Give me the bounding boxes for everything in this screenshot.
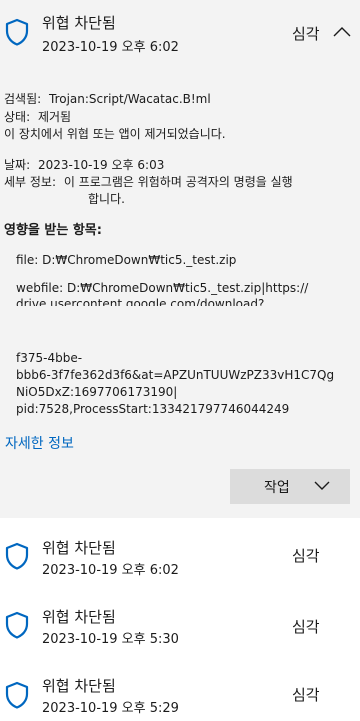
affected-tail-1: f375-4bbe- (16, 351, 83, 365)
affected-items-title: 영향을 받는 항목: (4, 223, 102, 238)
status-value: 제거됨 (37, 110, 72, 124)
affected-tail-4: pid:7528,ProcessStart:133421797746044249 (16, 402, 290, 416)
severity-label: 심각 (292, 618, 320, 636)
item-title: 위협 차단됨 (42, 539, 116, 557)
affected-webfile-1: webfile: D:₩ChromeDown₩tic5._test.zip|ht… (16, 281, 309, 295)
affected-webfile-clip: drive.usercontent.google.com/download? (0, 297, 360, 306)
severity-label: 심각 (292, 547, 320, 565)
severity-label: 심각 (292, 686, 320, 704)
item-title: 위협 차단됨 (42, 608, 116, 626)
item-datetime: 2023-10-19 오후 5:29 (42, 701, 179, 716)
threat-item[interactable]: 위협 차단됨 2023-10-19 오후 5:30 심각 (0, 599, 360, 659)
status-label: 상태: (4, 110, 31, 124)
expanded-threat-item: 위협 차단됨 2023-10-19 오후 6:02 심각 검색됨: Trojan… (0, 0, 360, 518)
item-datetime: 2023-10-19 오후 5:30 (42, 632, 179, 647)
details-text-1: 이 프로그램은 위험하며 공격자의 명령을 실행 (63, 175, 293, 189)
shield-icon (5, 611, 29, 639)
affected-file: file: D:₩ChromeDown₩tic5._test.zip (16, 253, 237, 267)
affected-tail-2: bbb6-3f7fe362d3f6&at=APZUnTUUWzPZ33vH1C7… (16, 368, 335, 382)
details-row: 세부 정보: 이 프로그램은 위험하며 공격자의 명령을 실행 (4, 173, 293, 190)
threat-item[interactable]: 위협 차단됨 2023-10-19 오후 6:02 심각 (0, 530, 360, 590)
details-text-2: 합니다. (88, 192, 125, 206)
status-row: 상태: 제거됨 (4, 108, 71, 125)
affected-tail-3: NiO5DxZ:1697706173190| (16, 385, 178, 399)
date-value: 2023-10-19 오후 6:03 (37, 158, 165, 172)
item-datetime: 2023-10-19 오후 6:02 (42, 563, 179, 578)
detected-row: 검색됨: Trojan:Script/Wacatac.B!ml (4, 90, 211, 107)
severity-label: 심각 (292, 25, 320, 43)
chevron-up-icon[interactable] (332, 26, 352, 38)
item-datetime: 2023-10-19 오후 6:02 (42, 40, 179, 55)
affected-webfile-2: drive.usercontent.google.com/download? (16, 297, 265, 306)
date-row: 날짜: 2023-10-19 오후 6:03 (4, 156, 164, 173)
chevron-down-icon (314, 481, 330, 490)
shield-icon (5, 18, 29, 46)
action-button[interactable]: 작업 (230, 469, 350, 504)
shield-icon (5, 681, 29, 709)
action-button-label: 작업 (264, 479, 290, 495)
item-title: 위협 차단됨 (42, 14, 116, 32)
status-note: 이 장치에서 위협 또는 앱이 제거되었습니다. (4, 127, 226, 141)
threat-item[interactable]: 위협 차단됨 2023-10-19 오후 5:29 심각 (0, 668, 360, 721)
detected-label: 검색됨: (4, 92, 42, 106)
details-label: 세부 정보: (4, 175, 57, 189)
detected-value: Trojan:Script/Wacatac.B!ml (49, 92, 211, 106)
shield-icon (5, 542, 29, 570)
item-title: 위협 차단됨 (42, 677, 116, 695)
more-info-link[interactable]: 자세한 정보 (5, 433, 74, 453)
date-label: 날짜: (4, 158, 31, 172)
expanded-item-header[interactable]: 위협 차단됨 2023-10-19 오후 6:02 심각 (0, 0, 360, 60)
